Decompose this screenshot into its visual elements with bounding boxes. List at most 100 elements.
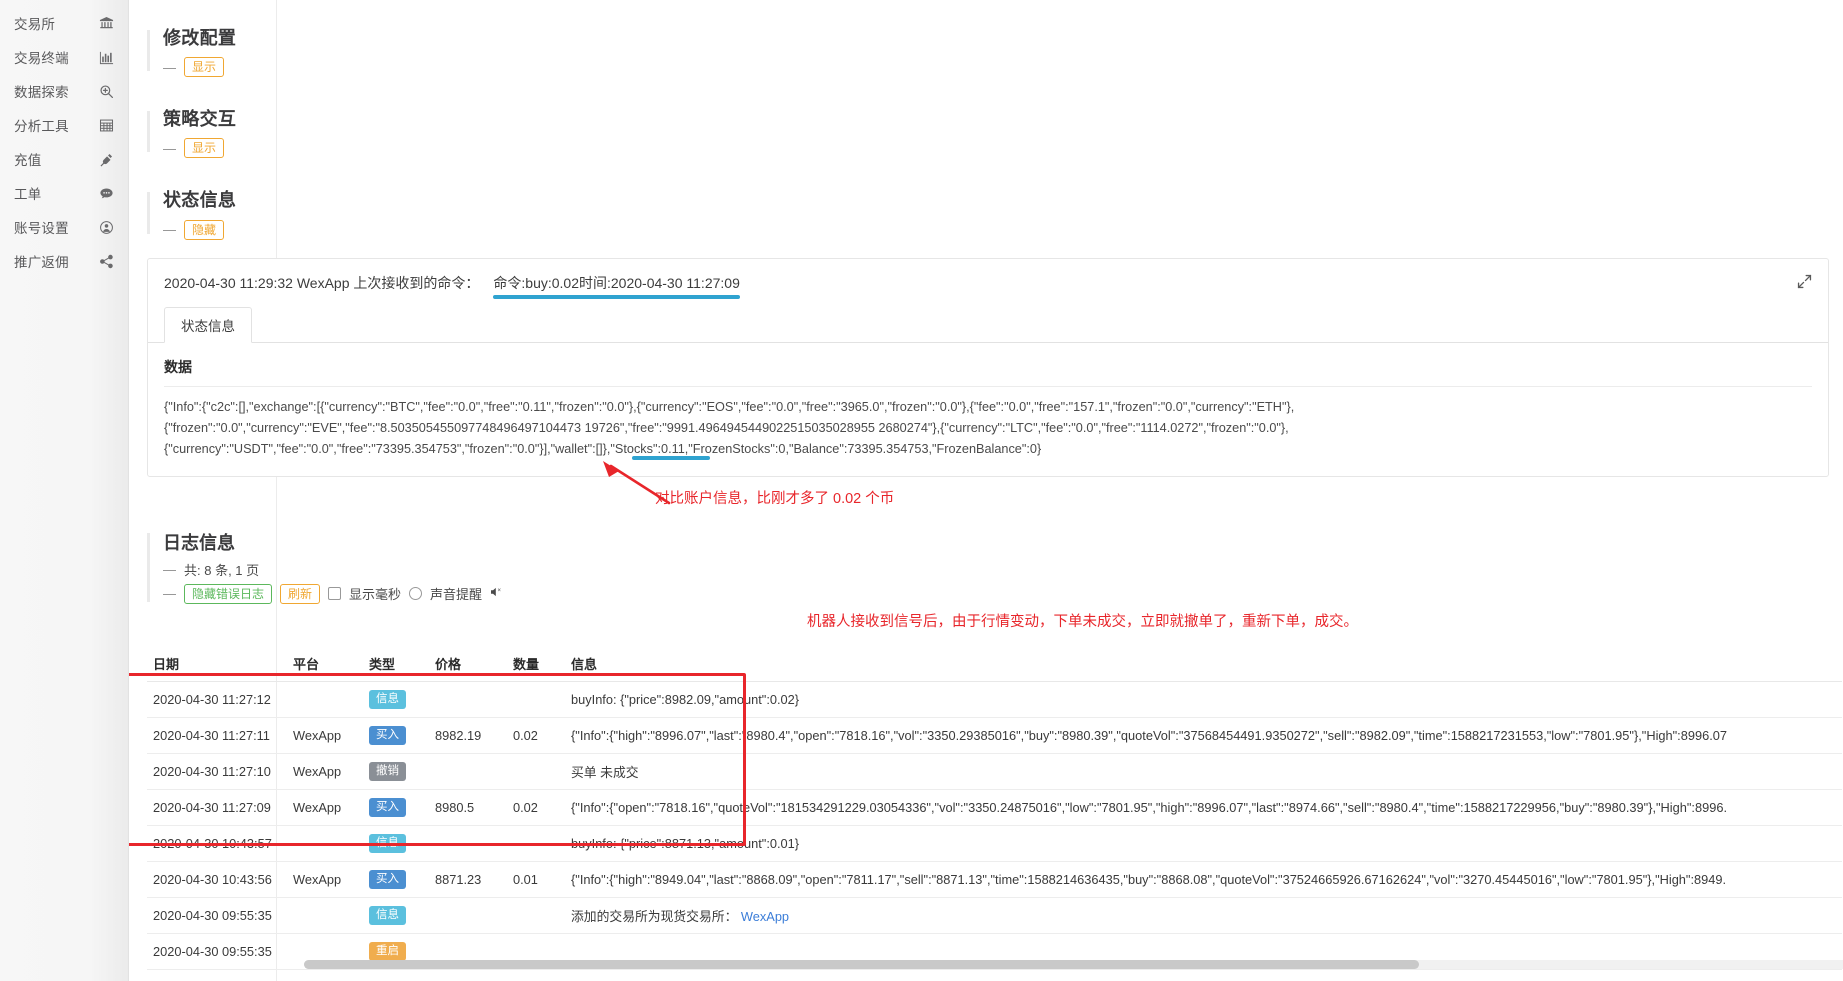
cell-info-link[interactable]: WexApp [737,909,789,924]
cell-info: 添加的交易所为现货交易所： WexApp [565,897,1842,933]
section-modify-config: 修改配置 — 显示 [147,26,1829,77]
stocks-highlight-underline [632,456,710,460]
status-card-header: 2020-04-30 11:29:32 WexApp 上次接收到的命令： 命令:… [148,259,1828,303]
sidebar-item-exchange[interactable]: 交易所 [0,6,128,40]
cell-type: 信息 [363,681,429,717]
cell-platform: WexApp [287,861,363,897]
main-content: 修改配置 — 显示 策略交互 — 显示 状态信息 — 隐藏 [129,0,1843,981]
sidebar-item-label: 数据探索 [14,81,69,101]
table-row[interactable]: 2020-04-30 10:43:56WexApp买入8871.230.01{"… [147,861,1842,897]
sidebar-item-tickets[interactable]: 工单 [0,176,128,210]
scrollbar-thumb[interactable] [304,960,1419,969]
sidebar-item-referral[interactable]: 推广返佣 [0,244,128,278]
col-type: 类型 [363,646,429,682]
json-line-wrap: {"currency":"USDT","fee":"0.0","free":"7… [164,439,1812,460]
horizontal-scrollbar[interactable] [304,960,1843,969]
app-root: 交易所 交易终端 数据探索 分析工具 充值 [0,0,1843,981]
section-log-info: 日志信息 — 共: 8 条, 1 页 — 隐藏错误日志 刷新 显示毫秒 声音提醒… [147,529,1829,604]
cell-info: 买单 未成交 [565,753,1842,789]
hide-error-logs-button[interactable]: 隐藏错误日志 [184,584,272,604]
last-command-wrap: 命令:buy:0.02时间:2020-04-30 11:27:09 [493,273,739,293]
cell-date: 2020-04-30 11:27:11 [147,717,287,753]
toggle-show-config-button[interactable]: 显示 [184,57,224,77]
cell-type: 信息 [363,825,429,861]
status-badge: 买入 [369,798,406,817]
status-badge: 信息 [369,690,406,709]
col-amount: 数量 [507,646,565,682]
cell-info: buyInfo: {"price":8871.13,"amount":0.01} [565,825,1842,861]
section-toggle-row: — 隐藏 [163,220,1829,240]
table-row[interactable]: 2020-04-30 11:27:11WexApp买入8982.190.02{"… [147,717,1842,753]
tab-status-info[interactable]: 状态信息 [164,307,252,343]
sound-alert-checkbox[interactable] [409,587,422,600]
status-card-body: 数据 {"Info":{"c2c":[],"exchange":[{"curre… [148,343,1828,476]
cell-amount: 0.02 [507,789,565,825]
sidebar-item-label: 交易终端 [14,47,69,67]
table-row[interactable]: 2020-04-30 09:55:35信息添加的交易所为现货交易所： WexAp… [147,897,1842,933]
cell-platform: WexApp [287,789,363,825]
toggle-show-strategy-button[interactable]: 显示 [184,138,224,158]
cell-date: 2020-04-30 11:27:09 [147,789,287,825]
show-milliseconds-checkbox[interactable] [328,587,341,600]
json-line: {"frozen":"0.0","currency":"EVE","fee":"… [164,418,1812,439]
sidebar-item-data-explore[interactable]: 数据探索 [0,74,128,108]
cell-date: 2020-04-30 10:43:56 [147,861,287,897]
cell-price: 8982.19 [429,717,507,753]
status-badge: 买入 [369,870,406,889]
svg-text:×: × [498,588,502,594]
cell-amount [507,681,565,717]
sidebar-item-account-settings[interactable]: 账号设置 [0,210,128,244]
section-toggle-row: — 显示 [163,138,1829,158]
col-price: 价格 [429,646,507,682]
data-section-title: 数据 [164,357,1812,377]
section-title: 策略交互 [163,107,1829,132]
bank-icon [98,15,114,31]
chart-bar-icon [98,49,114,65]
log-table-body: 2020-04-30 11:27:12信息buyInfo: {"price":8… [147,681,1842,969]
user-circle-icon [98,219,114,235]
sidebar-item-analysis-tools[interactable]: 分析工具 [0,108,128,142]
log-dash: — [163,586,176,601]
cell-amount [507,753,565,789]
cell-type: 买入 [363,789,429,825]
status-info-card: 2020-04-30 11:29:32 WexApp 上次接收到的命令： 命令:… [147,258,1829,477]
speaker-mute-icon[interactable]: × [490,586,504,601]
sidebar-item-label: 账号设置 [14,217,69,237]
cell-amount: 0.01 [507,861,565,897]
chat-bubble-icon [98,185,114,201]
cell-price [429,825,507,861]
log-dash: — [163,562,176,577]
json-line: {"currency":"USDT","fee":"0.0","free":"7… [164,442,1041,456]
plug-icon [98,151,114,167]
cell-price [429,897,507,933]
sidebar-item-recharge[interactable]: 充值 [0,142,128,176]
cell-type: 信息 [363,897,429,933]
cell-info: {"Info":{"open":"7818.16","quoteVol":"18… [565,789,1842,825]
status-badge: 买入 [369,726,406,745]
table-row[interactable]: 2020-04-30 10:43:57信息buyInfo: {"price":8… [147,825,1842,861]
status-json-block: {"Info":{"c2c":[],"exchange":[{"currency… [164,397,1812,460]
status-badge: 撤销 [369,762,406,781]
grid-table-icon [98,117,114,133]
cell-price: 8980.5 [429,789,507,825]
section-strategy-interaction: 策略交互 — 显示 [147,107,1829,158]
cell-date: 2020-04-30 09:55:35 [147,933,287,969]
status-badge: 信息 [369,834,406,853]
table-row[interactable]: 2020-04-30 11:27:10WexApp撤销买单 未成交 [147,753,1842,789]
refresh-logs-button[interactable]: 刷新 [280,584,320,604]
sidebar-item-label: 工单 [14,183,41,203]
col-info: 信息 [565,646,1842,682]
log-count-text: 共: 8 条, 1 页 [184,560,259,579]
table-row[interactable]: 2020-04-30 11:27:09WexApp 买入 8980.50.02{"I… [147,789,1842,825]
sidebar-item-terminal[interactable]: 交易终端 [0,40,128,74]
col-platform: 平台 [287,646,363,682]
search-zoom-icon [98,83,114,99]
status-card-tabs: 状态信息 [148,307,1828,343]
table-row[interactable]: 2020-04-30 11:27:12信息buyInfo: {"price":8… [147,681,1842,717]
toggle-hide-status-button[interactable]: 隐藏 [184,220,224,240]
cell-platform [287,681,363,717]
log-count-row: — 共: 8 条, 1 页 [163,560,1829,579]
expand-arrows-icon[interactable] [1796,273,1814,291]
cell-info: buyInfo: {"price":8982.09,"amount":0.02} [565,681,1842,717]
command-highlight-underline [493,295,739,299]
